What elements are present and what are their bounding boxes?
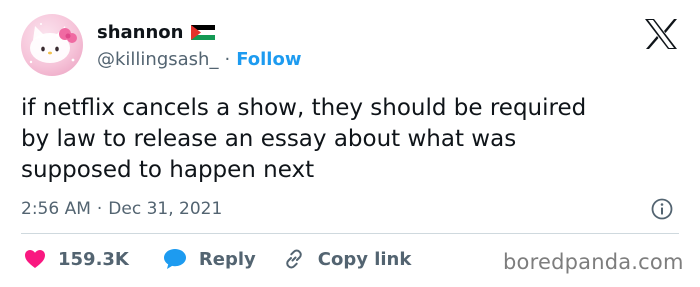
x-logo-icon[interactable] [644, 18, 678, 50]
tweet-time: 2:56 AM [21, 199, 91, 219]
heart-icon [25, 250, 45, 268]
like-count: 159.3K [58, 248, 129, 270]
tweet-card: shannon @killingsash_ · Follow if netfli… [0, 0, 700, 287]
reply-bubble-icon [163, 249, 186, 269]
reply-button[interactable]: Reply [163, 248, 256, 270]
copy-link-label: Copy link [317, 248, 412, 270]
handle-separator: · [224, 49, 231, 70]
follow-button[interactable]: Follow [236, 49, 301, 70]
copy-link-button[interactable]: Copy link [282, 247, 412, 271]
reply-label: Reply [198, 248, 256, 270]
author-handle-row: @killingsash_ · Follow [97, 49, 301, 70]
tweet-date: Dec 31, 2021 [108, 199, 223, 219]
watermark: boredpanda.com [503, 250, 684, 274]
tweet-text: if netflix cancels a show, they should b… [21, 95, 587, 183]
handle[interactable]: @killingsash_ [97, 49, 218, 70]
display-name[interactable]: shannon [97, 22, 183, 43]
author-name-row: shannon [97, 22, 216, 43]
tweet-timestamp[interactable]: 2:56 AM · Dec 31, 2021 [21, 199, 222, 219]
info-icon[interactable] [651, 198, 673, 220]
palestine-flag-icon [191, 25, 216, 40]
tweet-actions: 159.3K Reply Copy link [24, 247, 411, 271]
hello-kitty-avatar-image [29, 23, 77, 64]
timestamp-separator: · [96, 199, 103, 219]
like-button[interactable]: 159.3K [24, 249, 129, 270]
link-icon [285, 249, 302, 269]
divider [21, 233, 679, 234]
avatar[interactable] [21, 14, 83, 76]
